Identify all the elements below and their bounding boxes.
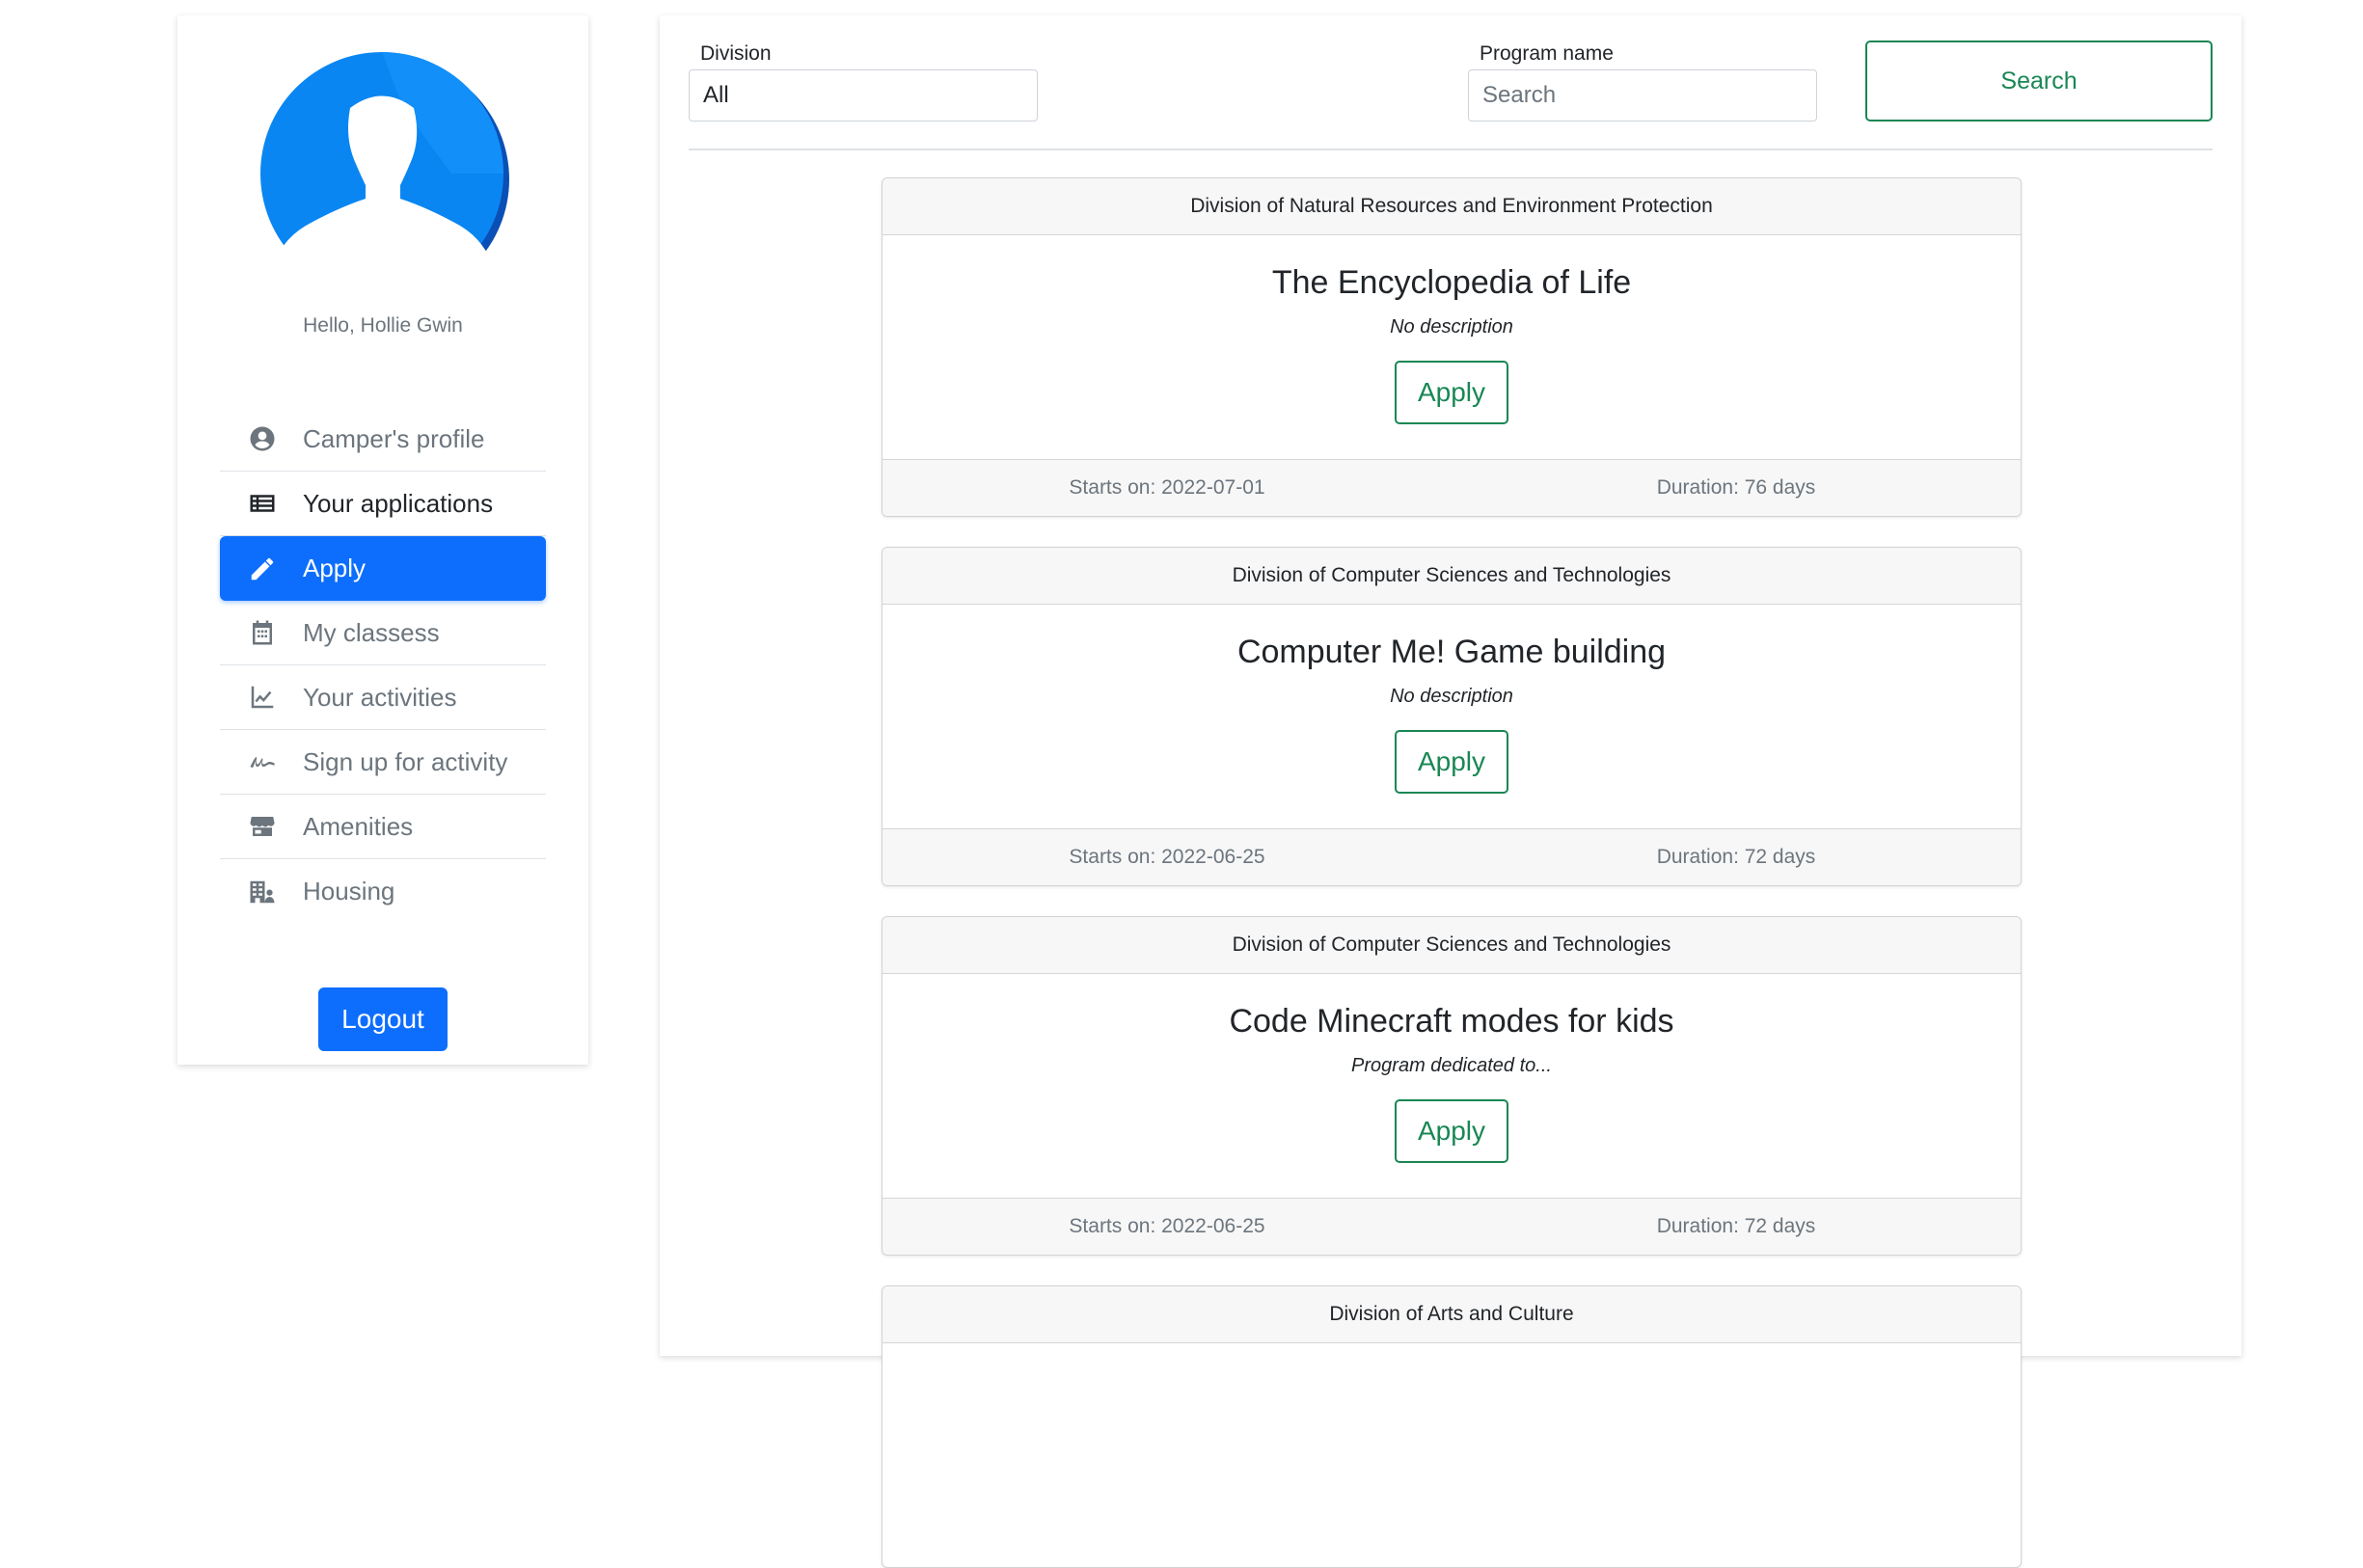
apply-button[interactable]: Apply (1395, 730, 1508, 794)
program-card: Division of Natural Resources and Enviro… (882, 177, 2022, 517)
card-division: Division of Computer Sciences and Techno… (883, 917, 2021, 974)
signature-icon (243, 743, 282, 781)
program-title: The Encyclopedia of Life (1271, 264, 1632, 301)
sidebar-item-amenities[interactable]: Amenities (220, 795, 546, 859)
sidebar-nav: Camper's profile Your applications Apply… (220, 407, 546, 924)
card-division: Division of Arts and Culture (883, 1286, 2021, 1343)
main-panel: Division Program name Search Division of… (660, 15, 2241, 1568)
logout-button[interactable]: Logout (318, 987, 448, 1051)
sidebar-item-label: Your activities (303, 682, 457, 712)
program-name-label: Program name (1480, 42, 1614, 65)
card-footer: Starts on: 2022-06-25 Duration: 72 days (883, 828, 2021, 885)
sidebar-item-label: Your applications (303, 488, 494, 518)
card-body: Code Minecraft modes for kids Program de… (883, 974, 2021, 1198)
program-start-date: Starts on: 2022-06-25 (1069, 1215, 1265, 1237)
program-description: No description (1390, 686, 1513, 707)
search-button[interactable]: Search (1865, 41, 2213, 122)
program-title: Code Minecraft modes for kids (1229, 1003, 1674, 1040)
sidebar-item-campers-profile[interactable]: Camper's profile (220, 407, 546, 472)
chart-line-icon (243, 678, 282, 716)
program-start-date: Starts on: 2022-07-01 (1069, 476, 1265, 499)
apply-button[interactable]: Apply (1395, 1099, 1508, 1163)
divider (689, 149, 2213, 150)
store-icon (243, 807, 282, 846)
sidebar-item-label: Camper's profile (303, 423, 485, 453)
user-circle-icon (243, 419, 282, 458)
list-icon (243, 484, 282, 523)
program-start-date: Starts on: 2022-06-25 (1069, 846, 1265, 868)
division-label: Division (700, 42, 772, 65)
building-user-icon (243, 873, 282, 911)
sidebar-item-label: Sign up for activity (303, 746, 508, 776)
sidebar-item-apply[interactable]: Apply (220, 536, 546, 601)
program-card: Division of Arts and Culture (882, 1285, 2022, 1568)
card-footer: Starts on: 2022-06-25 Duration: 72 days (883, 1198, 2021, 1255)
card-footer: Starts on: 2022-07-01 Duration: 76 days (883, 459, 2021, 516)
sidebar-item-label: Housing (303, 877, 395, 906)
sidebar-item-your-applications[interactable]: Your applications (220, 472, 546, 536)
program-duration: Duration: 72 days (1656, 846, 1816, 868)
division-select[interactable] (689, 69, 1038, 122)
program-title: Computer Me! Game building (1236, 634, 1667, 670)
sidebar: Hello, Hollie Gwin Camper's profile Your… (177, 15, 588, 1065)
program-duration: Duration: 72 days (1656, 1215, 1816, 1237)
sidebar-item-your-activities[interactable]: Your activities (220, 665, 546, 730)
program-description: Program dedicated to... (1351, 1055, 1552, 1076)
card-body (883, 1343, 2021, 1567)
sidebar-item-label: My classess (303, 617, 440, 647)
avatar (260, 52, 509, 301)
program-name-input[interactable] (1468, 69, 1817, 122)
program-card: Division of Computer Sciences and Techno… (882, 916, 2022, 1256)
apply-button[interactable]: Apply (1395, 361, 1508, 424)
card-body: Computer Me! Game building No descriptio… (883, 605, 2021, 828)
sidebar-item-housing[interactable]: Housing (220, 859, 546, 924)
program-description: No description (1390, 316, 1513, 338)
program-duration: Duration: 76 days (1656, 476, 1816, 499)
sidebar-item-my-classess[interactable]: My classess (220, 601, 546, 665)
calendar-icon (243, 613, 282, 652)
program-card: Division of Computer Sciences and Techno… (882, 547, 2022, 886)
sidebar-item-label: Amenities (303, 811, 414, 841)
card-division: Division of Natural Resources and Enviro… (883, 178, 2021, 235)
pencil-icon (243, 550, 282, 588)
card-division: Division of Computer Sciences and Techno… (883, 548, 2021, 605)
sidebar-item-sign-up-for-activity[interactable]: Sign up for activity (220, 730, 546, 795)
greeting: Hello, Hollie Gwin (303, 314, 463, 337)
sidebar-item-label: Apply (303, 554, 367, 582)
card-body: The Encyclopedia of Life No description … (883, 235, 2021, 459)
